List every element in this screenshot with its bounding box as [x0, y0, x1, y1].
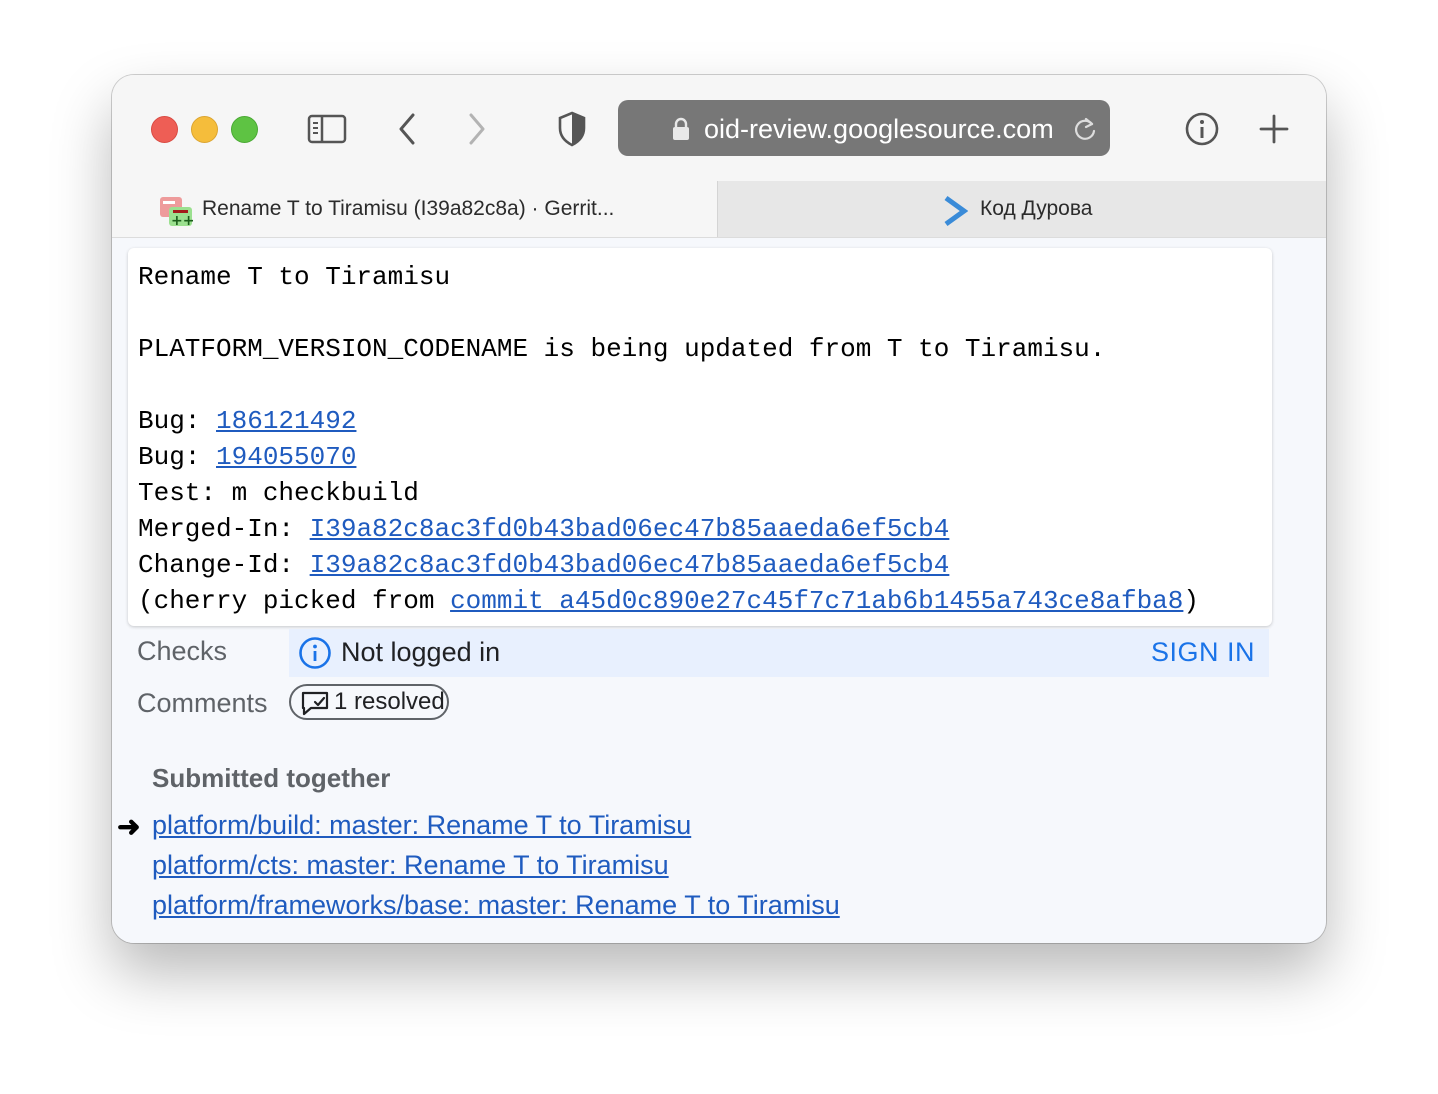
info-icon [298, 636, 332, 675]
cherry-suffix: ) [1183, 586, 1199, 616]
change-id-line: Change-Id: I39a82c8ac3fd0b43bad06ec47b85… [138, 550, 949, 580]
bug-label: Bug: [138, 406, 217, 436]
related-change-link-3[interactable]: platform/frameworks/base: master: Rename… [152, 890, 840, 921]
comment-resolved-icon [300, 690, 330, 721]
zoom-window-button[interactable] [231, 116, 258, 143]
resolved-comments-chip[interactable]: 1 resolved [289, 684, 449, 720]
bug-line-1: Bug: 186121492 [138, 406, 356, 436]
submitted-together-title: Submitted together [152, 763, 391, 793]
merged-in-link[interactable]: I39a82c8ac3fd0b43bad06ec47b85aaeda6ef5cb… [310, 514, 950, 544]
back-icon[interactable] [394, 109, 420, 149]
page-content: Rename T to Tiramisu PLATFORM_VERSION_CO… [112, 238, 1326, 943]
close-window-button[interactable] [151, 116, 178, 143]
change-id-label: Change-Id: [138, 550, 310, 580]
privacy-shield-icon[interactable] [556, 109, 588, 149]
tab-gerrit[interactable]: ++ Rename T to Tiramisu (I39a82c8a) · Ge… [112, 181, 716, 237]
tab-durov[interactable]: Код Дурова [717, 181, 1326, 237]
bug-label: Bug: [138, 442, 217, 472]
browser-toolbar: oid-review.googlesource.com [112, 75, 1326, 181]
bug-line-2: Bug: 194055070 [138, 442, 356, 472]
tab-title-gerrit: Rename T to Tiramisu (I39a82c8a) · Gerri… [202, 197, 615, 220]
related-change-link-1[interactable]: platform/build: master: Rename T to Tira… [152, 810, 691, 841]
related-change-link-2[interactable]: platform/cts: master: Rename T to Tirami… [152, 850, 669, 881]
merged-in-label: Merged-In: [138, 514, 310, 544]
svg-text:++: ++ [171, 213, 193, 227]
not-logged-in-banner: Not logged in SIGN IN [289, 629, 1269, 677]
test-line: Test: m checkbuild [138, 478, 419, 508]
sign-in-button[interactable]: SIGN IN [1151, 637, 1255, 668]
sidebar-icon[interactable] [306, 109, 348, 149]
tab-title-durov: Код Дурова [980, 197, 1093, 220]
cherry-prefix: (cherry picked from [138, 586, 451, 616]
url-text: oid-review.googlesource.com [704, 114, 1054, 144]
comments-label: Comments [137, 688, 268, 718]
cherry-commit-link[interactable]: commit a45d0c890e27c45f7c71ab6b1455a743c… [450, 586, 1183, 616]
bug-link-2[interactable]: 194055070 [216, 442, 356, 472]
forward-icon[interactable] [464, 109, 490, 149]
commit-subject: Rename T to Tiramisu [138, 262, 451, 292]
bug-link-1[interactable]: 186121492 [216, 406, 356, 436]
cherry-pick-line: (cherry picked from commit a45d0c890e27c… [138, 586, 1199, 616]
durov-favicon-icon [942, 195, 969, 232]
minimize-window-button[interactable] [191, 116, 218, 143]
not-logged-in-text: Not logged in [341, 637, 501, 667]
resolved-count: 1 resolved [334, 688, 445, 715]
address-bar[interactable]: oid-review.googlesource.com [618, 100, 1110, 156]
info-icon[interactable] [1184, 109, 1220, 149]
browser-window: oid-review.googlesource.com ++ Rename T … [112, 75, 1326, 943]
commit-message-box: Rename T to Tiramisu PLATFORM_VERSION_CO… [128, 248, 1272, 626]
current-change-arrow-icon: ➜ [117, 811, 141, 842]
new-tab-icon[interactable] [1258, 109, 1290, 149]
reload-icon[interactable] [1072, 116, 1098, 149]
tab-bar: ++ Rename T to Tiramisu (I39a82c8a) · Ge… [112, 181, 1326, 238]
gerrit-favicon-icon: ++ [159, 195, 194, 232]
commit-body: PLATFORM_VERSION_CODENAME is being updat… [138, 334, 1106, 364]
checks-label: Checks [137, 636, 228, 666]
merged-in-line: Merged-In: I39a82c8ac3fd0b43bad06ec47b85… [138, 514, 949, 544]
change-id-link[interactable]: I39a82c8ac3fd0b43bad06ec47b85aaeda6ef5cb… [310, 550, 950, 580]
lock-icon [672, 117, 690, 148]
